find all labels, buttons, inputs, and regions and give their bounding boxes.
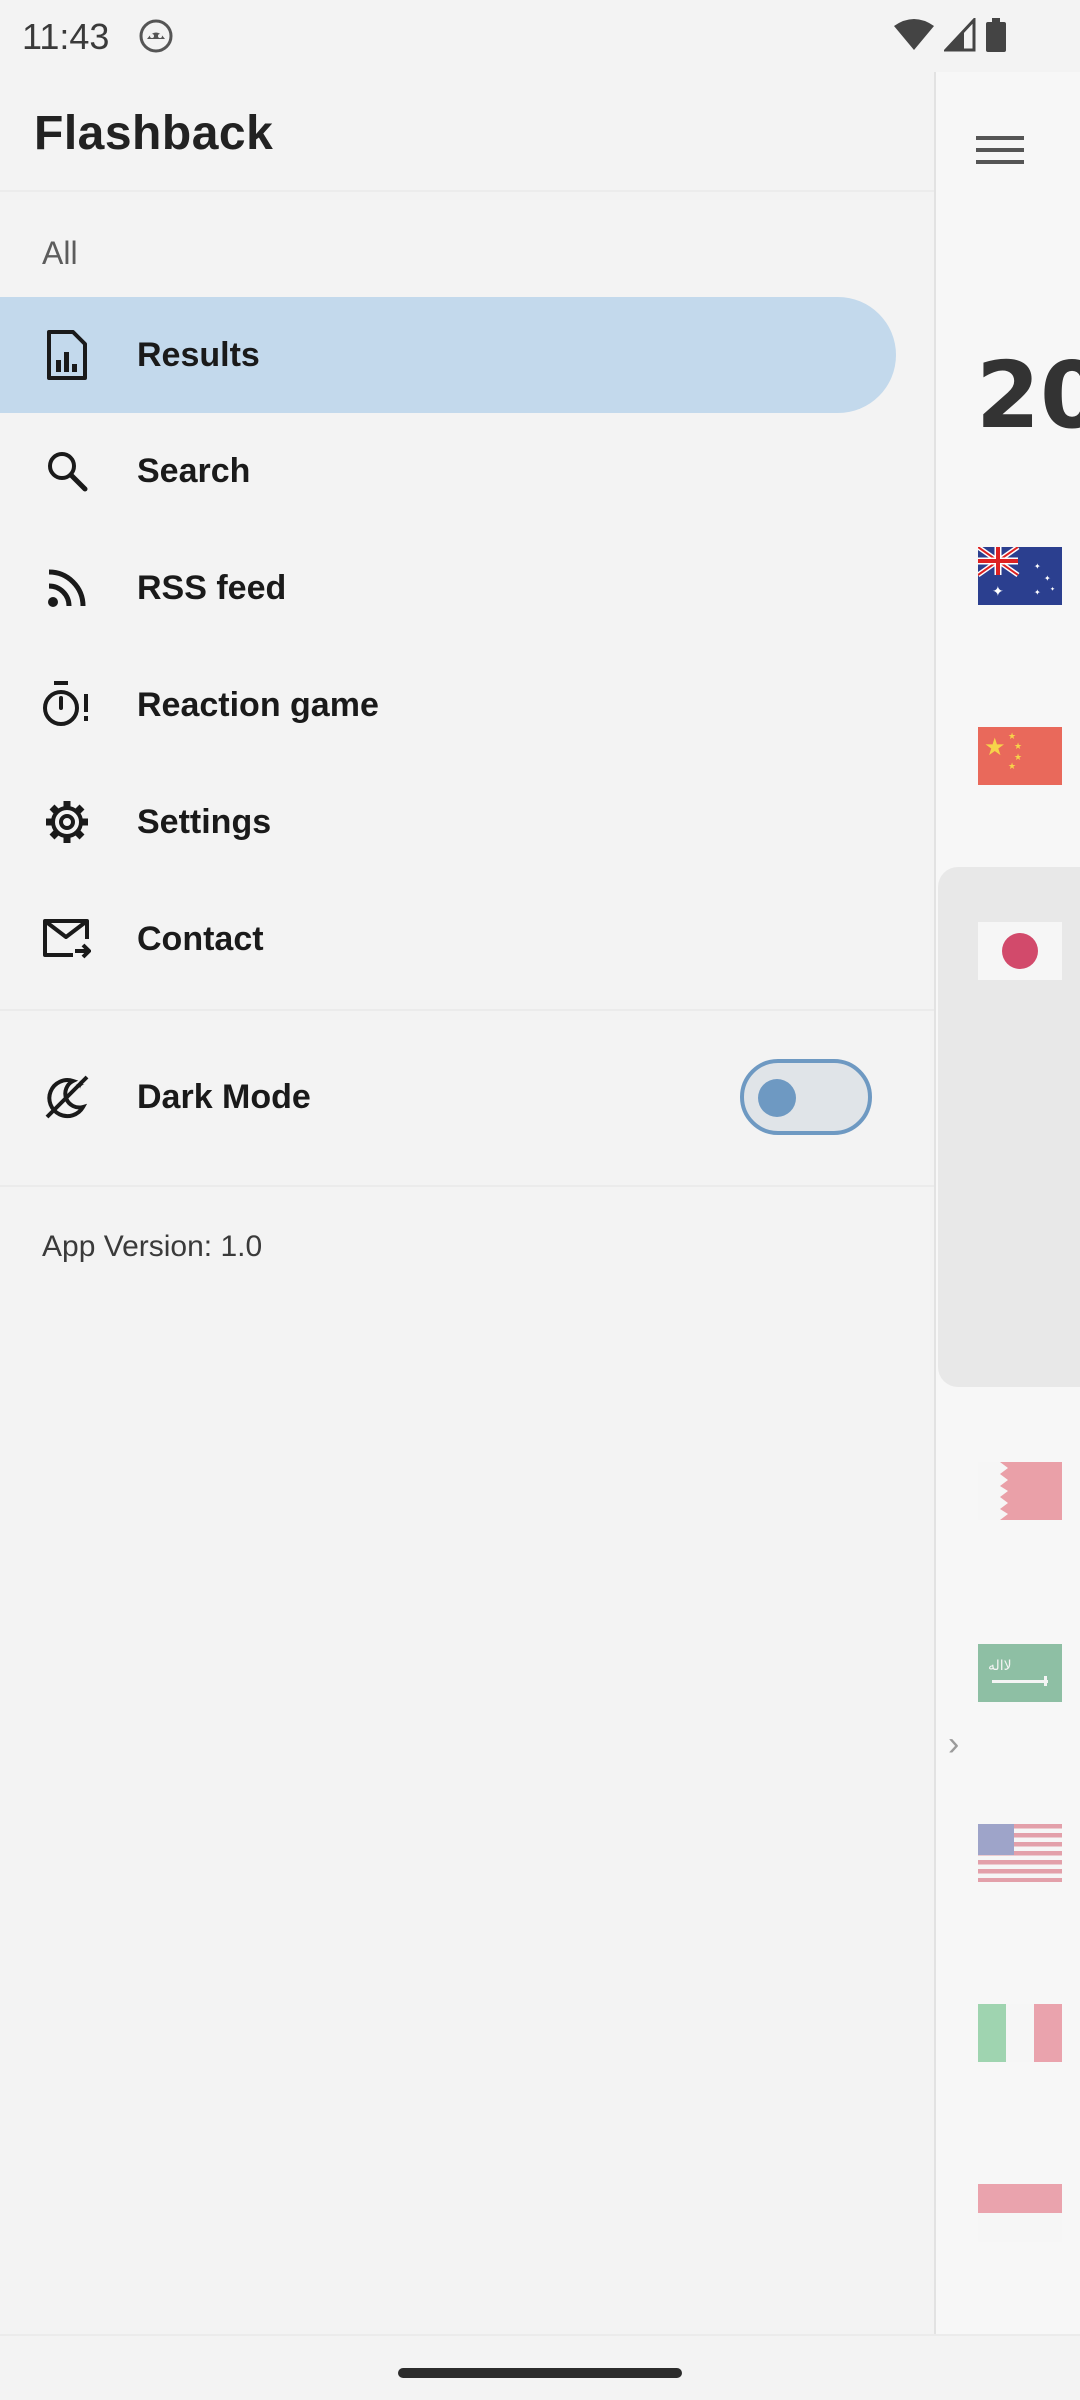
china-flag[interactable]: ★ ★ ★ ★ ★: [978, 727, 1062, 785]
bahrain-flag[interactable]: [978, 1462, 1062, 1520]
section-label: All: [42, 235, 78, 271]
dark-mode-icon: ✦: [42, 1072, 92, 1122]
timer-icon: [42, 680, 92, 730]
nav-label-search: Search: [137, 451, 251, 490]
drawer-header: Flashback: [0, 72, 934, 192]
svg-text:✦: ✦: [992, 583, 1004, 599]
wifi-icon: [894, 18, 934, 57]
dark-mode-toggle[interactable]: [740, 1059, 872, 1135]
svg-text:✦: ✦: [1034, 562, 1041, 571]
nav-label-rss-feed: RSS feed: [137, 568, 287, 607]
screen: 11:43 20 ✦ ✦ ✦ ✦ ✦ ★ ★ ★ ★ ★ › ﻻﺍﻟﻪ Flas…: [0, 0, 1080, 2400]
svg-text:ﻻﺍﻟﻪ: ﻻﺍﻟﻪ: [988, 1657, 1012, 1673]
system-navigation-bar: [0, 2334, 1080, 2400]
nav-item-contact[interactable]: Contact: [0, 881, 896, 997]
dark-mode-label: Dark Mode: [137, 1077, 311, 1116]
nav-label-results: Results: [137, 335, 260, 374]
poland-flag[interactable]: [978, 2184, 1062, 2242]
status-bar: 11:43: [0, 0, 1080, 72]
drawer-divider: [0, 1185, 934, 1187]
australia-flag[interactable]: ✦ ✦ ✦ ✦ ✦: [978, 547, 1062, 605]
gear-icon: [42, 797, 92, 847]
mail-icon: [42, 914, 92, 964]
nav-label-contact: Contact: [137, 919, 264, 958]
nav-label-reaction-game: Reaction game: [137, 685, 379, 724]
svg-text:★: ★: [1014, 741, 1022, 751]
chevron-right-icon: ›: [948, 1725, 960, 1763]
nav-item-settings[interactable]: Settings: [0, 764, 896, 880]
svg-text:✦: ✦: [75, 1078, 85, 1092]
saudi-arabia-flag[interactable]: ﻻﺍﻟﻪ: [978, 1644, 1062, 1702]
japan-flag[interactable]: [978, 922, 1062, 980]
navigation-drawer: Flashback All Results Search RSS feed Re…: [0, 72, 934, 2334]
results-icon: [42, 330, 92, 380]
svg-text:★: ★: [1008, 761, 1016, 771]
nav-label-settings: Settings: [137, 802, 272, 841]
app-version: App Version: 1.0: [42, 1230, 263, 1263]
italy-flag[interactable]: [978, 2004, 1062, 2062]
svg-text:✦: ✦: [1044, 574, 1051, 583]
search-icon: [42, 446, 92, 496]
nav-item-rss-feed[interactable]: RSS feed: [0, 530, 896, 646]
status-time: 11:43: [22, 16, 110, 57]
signal-icon: [942, 16, 976, 57]
background-app-panel: 20 ✦ ✦ ✦ ✦ ✦ ★ ★ ★ ★ ★ › ﻻﺍﻟﻪ: [934, 72, 1080, 2334]
background-year-text: 20: [976, 342, 1080, 449]
battery-icon: [986, 18, 1006, 57]
svg-text:✦: ✦: [1034, 588, 1041, 597]
nav-item-reaction-game[interactable]: Reaction game: [0, 647, 896, 763]
hamburger-icon[interactable]: [976, 130, 1026, 170]
svg-text:★: ★: [984, 734, 1006, 761]
android-robot-icon: [138, 18, 174, 54]
toggle-knob: [758, 1079, 796, 1117]
home-gesture-handle[interactable]: [398, 2368, 682, 2378]
svg-text:✦: ✦: [1050, 586, 1055, 593]
nav-item-search[interactable]: Search: [0, 413, 896, 529]
drawer-divider: [0, 1009, 934, 1011]
rss-icon: [42, 563, 92, 613]
nav-item-results[interactable]: Results: [0, 297, 896, 413]
status-icons: [894, 16, 1006, 57]
usa-flag[interactable]: [978, 1824, 1062, 1882]
app-title: Flashback: [34, 107, 274, 160]
svg-text:★: ★: [1008, 731, 1016, 741]
